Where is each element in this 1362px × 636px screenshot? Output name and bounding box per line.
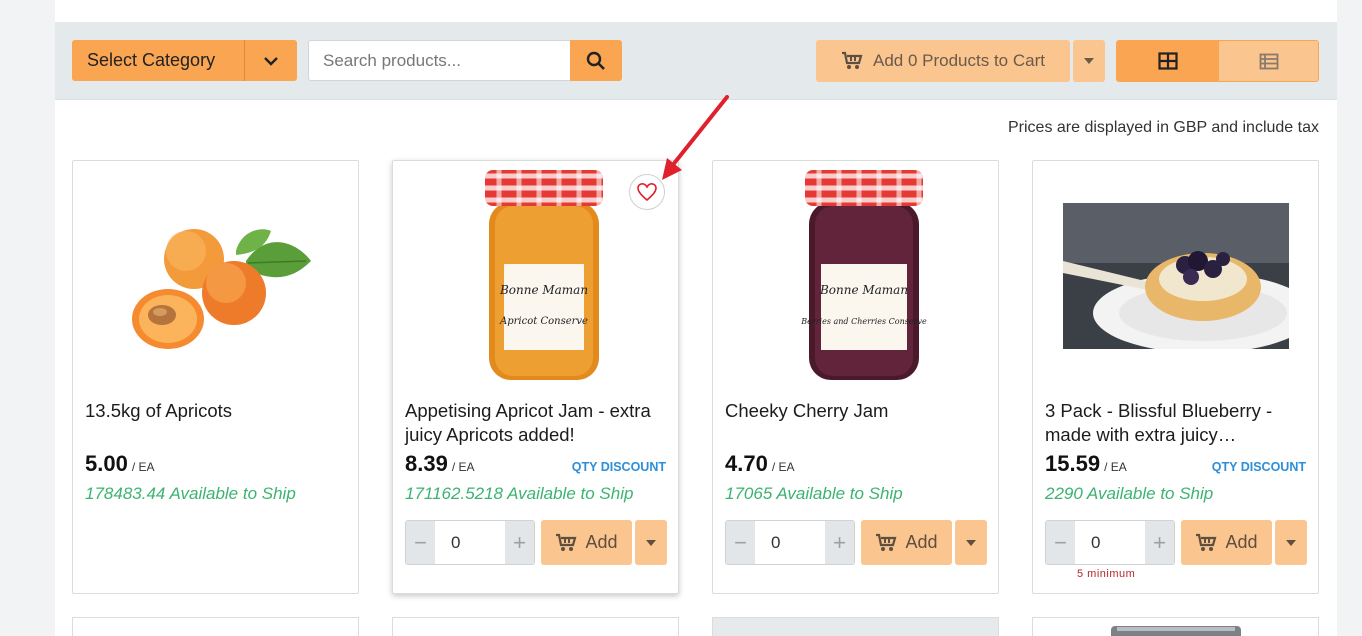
decrement-button[interactable]: − xyxy=(726,521,755,564)
add-to-cart-dropdown-button[interactable] xyxy=(1073,40,1105,82)
search-input[interactable] xyxy=(308,40,570,81)
quantity-input[interactable]: 0 xyxy=(435,521,505,564)
toolbar: Select Category Add 0 Products to Cart xyxy=(55,22,1337,100)
add-label: Add xyxy=(1225,532,1258,552)
add-options-dropdown[interactable] xyxy=(635,520,667,565)
jar-label-brand: Bonne Maman xyxy=(818,283,907,297)
product-card-partial xyxy=(712,617,999,636)
add-products-to-cart-label: Add 0 Products to Cart xyxy=(873,51,1045,70)
price-row: 4.70 / EA xyxy=(725,451,986,477)
increment-button[interactable]: + xyxy=(505,521,534,564)
availability-text: 178483.44 Available to Ship xyxy=(85,484,296,503)
product-card-partial xyxy=(1032,617,1319,636)
category-select-label: Select Category xyxy=(87,50,216,70)
product-price: 15.59 xyxy=(1045,451,1101,476)
product-name[interactable]: Cheeky Cherry Jam xyxy=(725,399,986,423)
product-name[interactable]: 3 Pack - Blissful Blueberry - made with … xyxy=(1045,399,1306,447)
add-products-to-cart-button[interactable]: Add 0 Products to Cart xyxy=(816,40,1070,82)
cart-icon xyxy=(876,533,897,551)
jar-label-brand: Bonne Maman xyxy=(498,283,587,297)
product-image xyxy=(73,161,358,391)
product-price: 5.00 xyxy=(85,451,128,476)
add-options-dropdown[interactable] xyxy=(955,520,987,565)
view-toggle xyxy=(1116,40,1319,82)
add-to-cart-button[interactable]: Add xyxy=(1181,520,1272,565)
product-image-partial xyxy=(1111,626,1241,636)
product-name[interactable]: Appetising Apricot Jam - extra juicy Apr… xyxy=(405,399,666,447)
price-unit: / EA xyxy=(131,460,155,474)
list-view-button[interactable] xyxy=(1219,41,1318,81)
prices-note: Prices are displayed in GBP and include … xyxy=(1008,119,1319,136)
product-image xyxy=(1033,161,1318,391)
search-bar xyxy=(308,40,622,81)
add-to-cart-button[interactable]: Add xyxy=(541,520,632,565)
availability-text: 17065 Available to Ship xyxy=(725,484,903,503)
product-card: 3 Pack - Blissful Blueberry - made with … xyxy=(1032,160,1319,594)
cart-icon xyxy=(556,533,577,551)
product-card: Bonne Maman Berries and Cherries Conserv… xyxy=(712,160,999,594)
product-card: 13.5kg of Apricots 5.00 / EA 178483.44 A… xyxy=(72,160,359,594)
price-unit: / EA xyxy=(1104,460,1127,474)
purchase-controls: − 0 + Add xyxy=(1045,520,1307,565)
product-image: Bonne Maman Berries and Cherries Conserv… xyxy=(713,161,998,391)
purchase-controls: − 0 + Add xyxy=(725,520,987,565)
add-to-favorites-button[interactable] xyxy=(629,174,665,210)
search-icon xyxy=(586,51,605,70)
increment-button[interactable]: + xyxy=(825,521,854,564)
qty-discount-badge[interactable]: QTY DISCOUNT xyxy=(1212,460,1306,474)
add-label: Add xyxy=(905,532,938,552)
panel-top xyxy=(55,0,1337,22)
decrement-button[interactable]: − xyxy=(1046,521,1075,564)
search-button[interactable] xyxy=(570,40,622,81)
quantity-stepper: − 0 + xyxy=(405,520,535,565)
availability-text: 2290 Available to Ship xyxy=(1045,484,1214,503)
price-unit: / EA xyxy=(771,460,795,474)
product-price: 4.70 xyxy=(725,451,768,476)
quantity-stepper: − 0 + xyxy=(1045,520,1175,565)
availability-text: 171162.5218 Available to Ship xyxy=(405,484,634,503)
caret-down-icon xyxy=(646,539,656,546)
price-unit: / EA xyxy=(451,460,475,474)
list-icon xyxy=(1259,53,1278,69)
price-row: 15.59 / EA QTY DISCOUNT xyxy=(1045,451,1306,477)
jar-label-product: Apricot Conserve xyxy=(499,316,588,327)
increment-button[interactable]: + xyxy=(1145,521,1174,564)
main-panel: Select Category Add 0 Products to Cart xyxy=(55,0,1337,636)
chevron-down-icon[interactable] xyxy=(244,40,297,81)
caret-down-icon xyxy=(1286,539,1296,546)
quantity-input[interactable]: 0 xyxy=(755,521,825,564)
price-row: 8.39 / EA QTY DISCOUNT xyxy=(405,451,666,477)
product-card-partial xyxy=(392,617,679,636)
grid-icon xyxy=(1158,52,1178,70)
product-card-partial xyxy=(72,617,359,636)
quantity-input[interactable]: 0 xyxy=(1075,521,1145,564)
category-select[interactable]: Select Category xyxy=(72,40,297,81)
caret-down-icon xyxy=(1084,58,1094,64)
quantity-stepper: − 0 + xyxy=(725,520,855,565)
add-options-dropdown[interactable] xyxy=(1275,520,1307,565)
decrement-button[interactable]: − xyxy=(406,521,435,564)
price-row: 5.00 / EA xyxy=(85,451,346,477)
add-label: Add xyxy=(585,532,618,552)
heart-icon xyxy=(637,182,657,202)
product-name[interactable]: 13.5kg of Apricots xyxy=(85,399,346,423)
minimum-quantity-note: 5 minimum xyxy=(1077,568,1136,580)
jar-label-product: Berries and Cherries Conserve xyxy=(800,317,927,326)
qty-discount-badge[interactable]: QTY DISCOUNT xyxy=(572,460,666,474)
product-card: Bonne Maman Apricot Conserve Appetising … xyxy=(392,160,679,594)
cart-icon xyxy=(842,51,863,69)
purchase-controls: − 0 + Add xyxy=(405,520,667,565)
caret-down-icon xyxy=(966,539,976,546)
grid-view-button[interactable] xyxy=(1117,41,1219,81)
cart-icon xyxy=(1196,533,1217,551)
add-to-cart-button[interactable]: Add xyxy=(861,520,952,565)
product-price: 8.39 xyxy=(405,451,448,476)
